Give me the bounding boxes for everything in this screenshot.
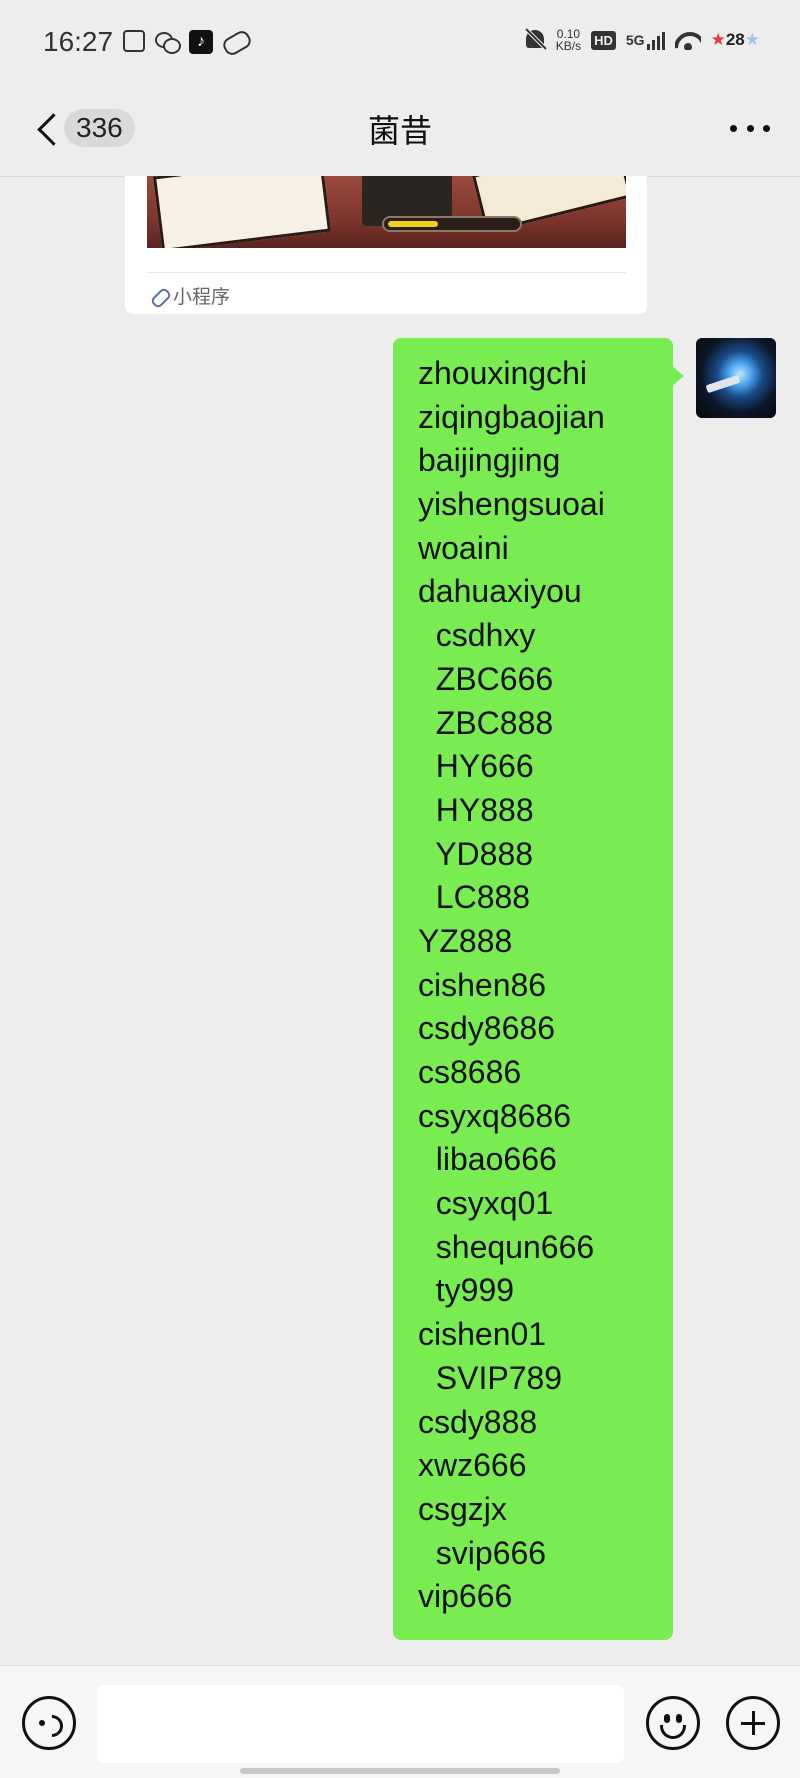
- wechat-icon: [155, 30, 181, 54]
- mini-program-link-icon: [149, 287, 167, 305]
- message-line: csyxq01: [418, 1185, 554, 1222]
- tiktok-icon: ♪: [189, 30, 213, 54]
- message-line: ty999: [418, 1272, 515, 1309]
- message-line: libao666: [418, 1141, 557, 1178]
- message-line: dahuaxiyou: [418, 573, 582, 610]
- wifi-icon: [675, 30, 701, 50]
- star-badge: ★28★: [710, 30, 760, 49]
- message-line: zhouxingchi: [418, 355, 587, 391]
- message-line: ZBC666: [418, 660, 554, 697]
- star-icon: ★: [710, 30, 726, 49]
- message-line: LC888: [418, 879, 531, 916]
- avatar[interactable]: [696, 338, 776, 418]
- plus-icon[interactable]: [726, 1696, 780, 1750]
- message-line: SVIP789: [418, 1359, 563, 1396]
- message-line: YD888: [418, 835, 534, 872]
- message-bubble[interactable]: zhouxingchi ziqingbaojian baijingjing yishe…: [393, 338, 673, 1640]
- chat-screen: 16:27 ♪ 0.10 KB/s HD 5G ★28★ 336 菌昔 小程序 …: [0, 0, 800, 1778]
- more-dots-icon[interactable]: [730, 112, 770, 144]
- signal-icon: 5G: [625, 32, 665, 50]
- message-line: svip666: [418, 1534, 547, 1571]
- gallery-icon: [123, 30, 145, 52]
- message-line: ziqingbaojian: [418, 398, 605, 435]
- comic-panel-left: [153, 176, 331, 248]
- message-line: ZBC888: [418, 704, 554, 741]
- voice-icon[interactable]: [22, 1696, 76, 1750]
- bubble-tail: [672, 366, 684, 386]
- mute-bell-icon: [524, 28, 546, 52]
- message-line: vip666: [418, 1578, 513, 1615]
- card-divider: [147, 272, 626, 273]
- message-line: shequn666: [418, 1228, 595, 1265]
- link-icon: [223, 30, 249, 52]
- mini-program-card[interactable]: 小程序: [125, 176, 647, 314]
- mini-program-label: 小程序: [173, 287, 231, 308]
- message-line: HY888: [418, 791, 534, 828]
- status-time: 16:27: [43, 26, 114, 57]
- message-line: csyxq8686: [418, 1097, 571, 1134]
- message-line: csdy8686: [418, 1010, 555, 1047]
- message-line: cishen01: [418, 1316, 547, 1353]
- mini-program-footer: 小程序: [149, 282, 230, 309]
- message-line: cishen86: [418, 966, 547, 1003]
- net-speed-unit: KB/s: [555, 39, 582, 53]
- message-line: YZ888: [418, 922, 513, 959]
- chat-header: 336 菌昔: [0, 86, 800, 176]
- message-line: csdy888: [418, 1403, 538, 1440]
- badge-count: 28: [725, 30, 745, 49]
- message-line: woaini: [418, 529, 509, 566]
- message-line: csdhxy: [418, 617, 536, 654]
- message-line: cs8686: [418, 1054, 522, 1090]
- message-line: xwz666: [418, 1447, 527, 1484]
- mini-program-thumbnail: [147, 176, 626, 248]
- message-line: HY666: [418, 748, 534, 785]
- chat-title: 菌昔: [367, 113, 432, 149]
- message-text: zhouxingchi ziqingbaojian baijingjing yishe…: [418, 352, 673, 1619]
- network-type: 5G: [625, 32, 645, 48]
- status-indicators: 0.10 KB/s HD 5G ★28★: [524, 28, 760, 52]
- message-line: baijingjing: [418, 442, 561, 479]
- net-speed: 0.10 KB/s: [556, 28, 581, 52]
- status-bar: 16:27 ♪ 0.10 KB/s HD 5G ★28★: [0, 0, 800, 86]
- input-bar: [0, 1665, 800, 1778]
- message-input[interactable]: [97, 1685, 624, 1763]
- home-indicator[interactable]: [240, 1768, 560, 1774]
- message-line: csgzjx: [418, 1490, 507, 1527]
- emoji-icon[interactable]: [646, 1696, 700, 1750]
- status-app-icons: ♪: [123, 30, 249, 54]
- game-progress-bar: [382, 216, 522, 232]
- message-line: yishengsuoai: [418, 486, 605, 523]
- hd-badge: HD: [591, 30, 616, 50]
